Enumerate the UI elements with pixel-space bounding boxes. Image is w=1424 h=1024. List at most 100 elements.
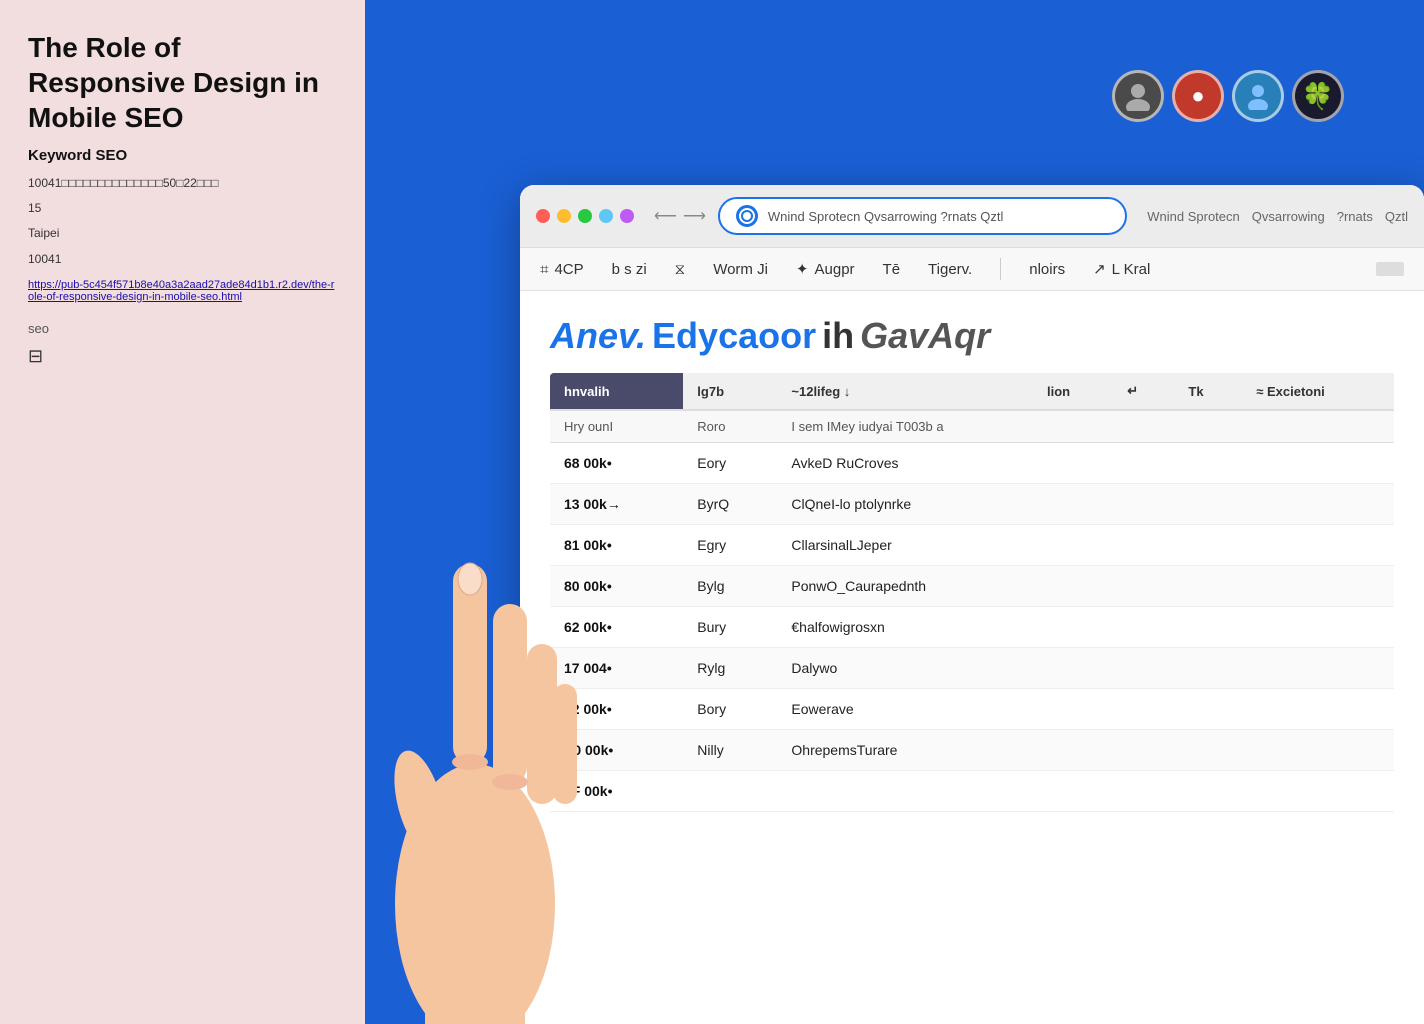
bookmark-1[interactable]: Wnind Sprotecn bbox=[1147, 209, 1240, 224]
subheader-1: Hry ounI bbox=[550, 410, 683, 443]
nav-icon-4cp: ⌗ bbox=[540, 261, 548, 278]
traffic-light-purple[interactable] bbox=[620, 209, 634, 223]
col-header-7[interactable]: ≈ Excietoni bbox=[1242, 373, 1394, 410]
avatar-group: ● 🍀 bbox=[1112, 70, 1344, 122]
cell-4-2: Bylg bbox=[683, 566, 777, 607]
browser-window: ⟵ ⟶ Wnind Sprotecn Qvsarrowing ?rnats Qz… bbox=[520, 185, 1424, 1024]
cell-4-3: PonwO_Caurapednth bbox=[777, 566, 1033, 607]
nav-label-4cp: 4CP bbox=[554, 261, 583, 278]
nav-label-augpr: Augpr bbox=[815, 261, 855, 278]
cell-8-2: Nilly bbox=[683, 730, 777, 771]
traffic-light-red[interactable] bbox=[536, 209, 550, 223]
cell-8-1: S0 00k• bbox=[550, 730, 683, 771]
cell-1-1: 68 00k• bbox=[550, 443, 683, 484]
cell-1-6 bbox=[1174, 443, 1242, 484]
sidebar: The Role of Responsive Design in Mobile … bbox=[0, 0, 365, 1024]
cell-1-4 bbox=[1033, 443, 1113, 484]
nav-item-lkral[interactable]: ↗ L Kral bbox=[1093, 260, 1150, 278]
data-table: hnvalih lg7b ~12lifeg ↓ lion ↵ Tk ≈ Exci… bbox=[550, 373, 1394, 812]
cell-7-2: Bory bbox=[683, 689, 777, 730]
cell-3-3: CllarsinalLJeper bbox=[777, 525, 1033, 566]
table-row: 17 004• Rylg Dalywo bbox=[550, 648, 1394, 689]
nav-end-widget bbox=[1376, 262, 1404, 276]
address-text: Wnind Sprotecn Qvsarrowing ?rnats Qztl bbox=[768, 209, 1109, 224]
table-row: 6F 00k• bbox=[550, 771, 1394, 812]
col-header-3[interactable]: ~12lifeg ↓ bbox=[777, 373, 1033, 410]
nav-item-te[interactable]: Tē bbox=[883, 261, 901, 278]
cell-6-2: Rylg bbox=[683, 648, 777, 689]
meta-city: Taipei bbox=[28, 224, 337, 243]
nav-item-tigerv[interactable]: Tigerv. bbox=[928, 261, 972, 278]
browser-content: Anev. Edycaoor ih GavAqr hnvalih lg7b ~1… bbox=[520, 291, 1424, 1024]
nav-item-sr[interactable]: ⧖ bbox=[675, 261, 686, 278]
sidebar-url[interactable]: https://pub-5c454f571b8e40a3a2aad27ade84… bbox=[28, 279, 337, 303]
heading-part3: ih bbox=[822, 315, 854, 357]
cell-6-3: Dalywo bbox=[777, 648, 1033, 689]
traffic-lights bbox=[536, 209, 634, 223]
nav-label-lkral: L Kral bbox=[1112, 261, 1151, 278]
traffic-light-yellow[interactable] bbox=[557, 209, 571, 223]
subheader-2: Roro bbox=[683, 410, 777, 443]
bookmark-3[interactable]: ?rnats bbox=[1337, 209, 1373, 224]
cell-4-1: 80 00k• bbox=[550, 566, 683, 607]
nav-buttons: ⟵ ⟶ bbox=[654, 206, 706, 226]
cell-2-1: 13 00k→ bbox=[550, 484, 683, 525]
cell-2-2: ByrQ bbox=[683, 484, 777, 525]
nav-item-wormji[interactable]: Worm Ji bbox=[713, 261, 768, 278]
cell-3-2: Egry bbox=[683, 525, 777, 566]
table-row: S0 00k• Nilly OhrepemsTurare bbox=[550, 730, 1394, 771]
table-row: 62 00k• Bury €halfowigrosxn bbox=[550, 607, 1394, 648]
meta-code: 10041 bbox=[28, 250, 337, 269]
cell-5-3: €halfowigrosxn bbox=[777, 607, 1033, 648]
nav-label-tigerv: Tigerv. bbox=[928, 261, 972, 278]
forward-button[interactable]: ⟶ bbox=[683, 206, 706, 226]
heading-part4: GavAqr bbox=[860, 315, 990, 357]
bookmark-2[interactable]: Qvsarrowing bbox=[1252, 209, 1325, 224]
cell-5-2: Bury bbox=[683, 607, 777, 648]
meta-line1: 10041□□□□□□□□□□□□□□50□22□□□ bbox=[28, 174, 337, 193]
heading-part1: Anev. bbox=[550, 315, 646, 357]
avatar-4: 🍀 bbox=[1292, 70, 1344, 122]
col-header-1[interactable]: hnvalih bbox=[550, 373, 683, 410]
back-button[interactable]: ⟵ bbox=[654, 206, 677, 226]
traffic-light-blue[interactable] bbox=[599, 209, 613, 223]
cell-1-2: Eory bbox=[683, 443, 777, 484]
bookmark-4[interactable]: Qztl bbox=[1385, 209, 1408, 224]
nav-item-4cp[interactable]: ⌗ 4CP bbox=[540, 261, 584, 278]
main-area: ● 🍀 ⟵ ⟶ bbox=[365, 0, 1424, 1024]
cell-5-1: 62 00k• bbox=[550, 607, 683, 648]
sidebar-tag: seo bbox=[28, 321, 337, 336]
table-row: 68 00k• Eory AvkeD RuCroves bbox=[550, 443, 1394, 484]
traffic-light-green[interactable] bbox=[578, 209, 592, 223]
nav-label-te: Tē bbox=[883, 261, 901, 278]
table-row: 32 00k• Bory Eowerave bbox=[550, 689, 1394, 730]
address-bar[interactable]: Wnind Sprotecn Qvsarrowing ?rnats Qztl bbox=[718, 197, 1127, 235]
cell-1-7 bbox=[1242, 443, 1394, 484]
table-row: 13 00k→ ByrQ ClQneI-lo ptolynrke bbox=[550, 484, 1394, 525]
cell-2-3: ClQneI-lo ptolynrke bbox=[777, 484, 1033, 525]
sidebar-copy-icon: ⊟ bbox=[28, 346, 337, 367]
col-header-2[interactable]: lg7b bbox=[683, 373, 777, 410]
col-header-4[interactable]: lion bbox=[1033, 373, 1113, 410]
cell-1-5 bbox=[1113, 443, 1174, 484]
subheader-3: I sem IMey iudyai T003b a bbox=[777, 410, 1394, 443]
nav-icon-arrow: ↗ bbox=[1093, 260, 1106, 278]
col-header-5[interactable]: ↵ bbox=[1113, 373, 1174, 410]
cell-9-1: 6F 00k• bbox=[550, 771, 683, 812]
cell-1-3: AvkeD RuCroves bbox=[777, 443, 1033, 484]
cell-7-1: 32 00k• bbox=[550, 689, 683, 730]
nav-icon-sr: ⧖ bbox=[675, 261, 686, 278]
content-heading: Anev. Edycaoor ih GavAqr bbox=[550, 315, 1394, 357]
nav-label-bszi: b s zi bbox=[612, 261, 647, 278]
table-body: 68 00k• Eory AvkeD RuCroves 13 00k→ ByrQ… bbox=[550, 443, 1394, 812]
col-header-6[interactable]: Tk bbox=[1174, 373, 1242, 410]
cell-8-3: OhrepemsTurare bbox=[777, 730, 1033, 771]
table-row: 80 00k• Bylg PonwO_Caurapednth bbox=[550, 566, 1394, 607]
nav-icon-augpr: ✦ bbox=[796, 260, 809, 278]
nav-item-nloirs[interactable]: nloirs bbox=[1029, 261, 1065, 278]
nav-item-augpr[interactable]: ✦ Augpr bbox=[796, 260, 855, 278]
table-header-row: hnvalih lg7b ~12lifeg ↓ lion ↵ Tk ≈ Exci… bbox=[550, 373, 1394, 410]
nav-item-bszi[interactable]: b s zi bbox=[612, 261, 647, 278]
nav-label-nloirs: nloirs bbox=[1029, 261, 1065, 278]
avatar-3 bbox=[1232, 70, 1284, 122]
